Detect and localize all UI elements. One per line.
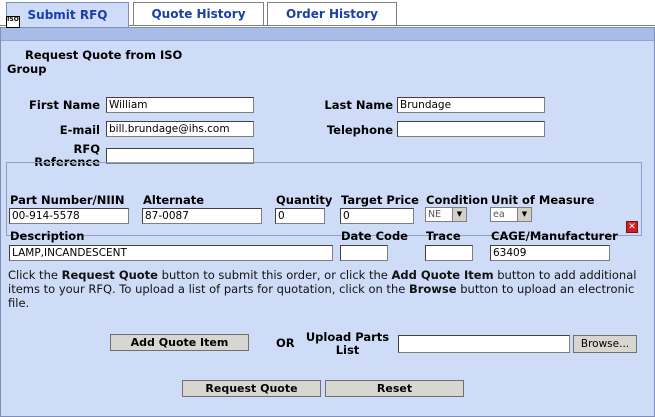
unit-of-measure-label: Unit of Measure [491, 193, 595, 207]
trace-field[interactable] [425, 245, 473, 261]
add-quote-item-button[interactable]: Add Quote Item [110, 334, 249, 351]
chevron-down-icon[interactable]: ▼ [452, 208, 466, 221]
alternate-label: Alternate [143, 193, 205, 207]
unit-of-measure-select[interactable]: ea ▼ [490, 207, 532, 222]
target-price-label: Target Price [341, 193, 419, 207]
instr-browse: Browse [408, 282, 457, 296]
condition-label: Condition [426, 193, 489, 207]
panel-header-bar [1, 28, 654, 41]
part-number-field[interactable]: 00-914-5578 [9, 208, 129, 224]
description-label: Description [10, 229, 85, 243]
chevron-down-icon[interactable]: ▼ [517, 208, 531, 221]
condition-value: NE [428, 209, 442, 220]
cage-manufacturer-label: CAGE/Manufacturer [491, 229, 618, 243]
date-code-label: Date Code [341, 229, 408, 243]
description-field[interactable]: LAMP,INCANDESCENT [9, 245, 333, 261]
or-text: OR [276, 336, 295, 350]
telephone-field[interactable] [397, 121, 545, 137]
trace-label: Trace [426, 229, 461, 243]
instr-request-quote: Request Quote [61, 268, 158, 282]
page-title: Request Quote from ISO Group [7, 48, 183, 76]
tab-quote-history[interactable]: Quote History [133, 2, 264, 25]
iso-logo-text: ISO [7, 16, 19, 23]
date-code-field[interactable] [340, 245, 388, 261]
instr-add-quote-item: Add Quote Item [391, 268, 494, 282]
instr-part1: Click the [8, 268, 62, 282]
alternate-field[interactable]: 87-0087 [142, 208, 262, 224]
unit-of-measure-value: ea [493, 209, 505, 220]
last-name-field[interactable]: Brundage [397, 97, 545, 113]
delete-x-icon[interactable]: ✕ [626, 221, 638, 233]
email-label: E-mail [59, 123, 100, 137]
upload-file-field[interactable] [398, 335, 570, 353]
reset-button[interactable]: Reset [325, 380, 464, 397]
email-field[interactable]: bill.brundage@ihs.com [106, 121, 254, 137]
instructions-text: Click the Request Quote button to submit… [8, 268, 648, 310]
request-quote-button[interactable]: Request Quote [182, 380, 321, 397]
last-name-label: Last Name [324, 98, 393, 112]
upload-label-line2: List [335, 343, 360, 357]
telephone-label: Telephone [326, 123, 393, 137]
browse-button[interactable]: Browse... [573, 335, 637, 353]
target-price-field[interactable]: 0 [340, 208, 414, 224]
quantity-label: Quantity [276, 193, 333, 207]
first-name-field[interactable]: William [106, 97, 254, 113]
tab-order-history[interactable]: Order History [267, 2, 397, 25]
upload-parts-label: Upload Parts List [300, 331, 395, 357]
cage-manufacturer-field[interactable]: 63409 [490, 245, 610, 261]
quantity-field[interactable]: 0 [275, 208, 325, 224]
first-name-label: First Name [29, 98, 100, 112]
condition-select[interactable]: NE ▼ [425, 207, 467, 222]
iso-logo-icon: ISO [6, 16, 20, 28]
part-number-label: Part Number/NIIN [10, 193, 125, 207]
instr-part2: button to submit this order, or click th… [157, 268, 392, 282]
tab-submit-rfq[interactable]: Submit RFQ [6, 2, 129, 27]
